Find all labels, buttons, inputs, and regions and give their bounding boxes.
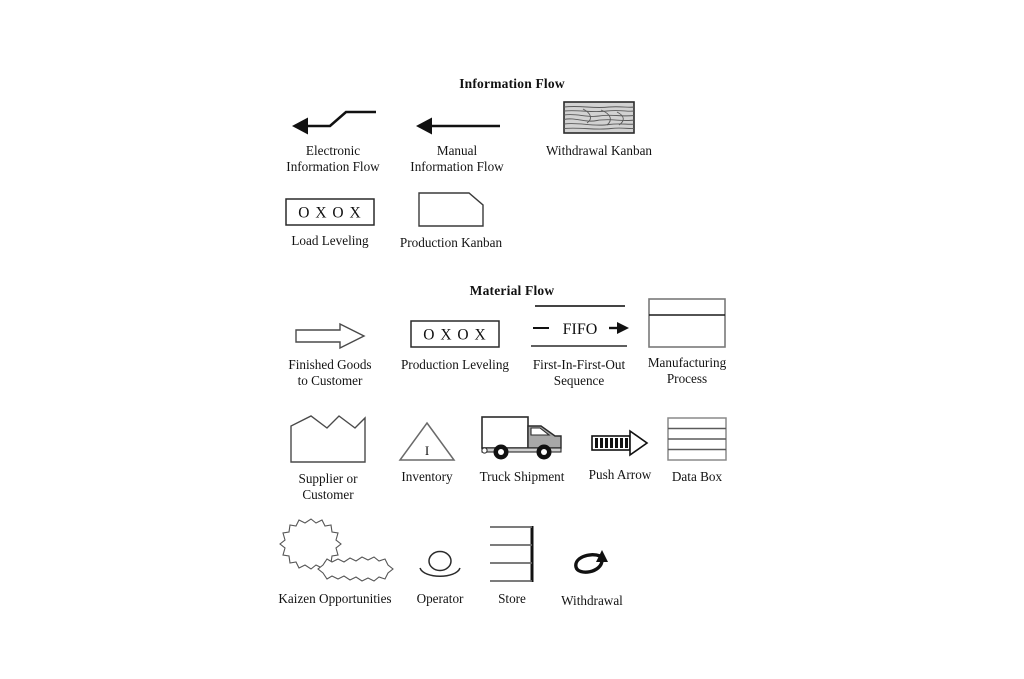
fifo-icon: FIFO (529, 302, 629, 350)
manual-information-flow-icon (412, 104, 502, 136)
symbol-label: Kaizen Opportunities (278, 591, 392, 606)
symbol-withdrawal-kanban: Withdrawal Kanban (535, 100, 663, 159)
symbol-withdrawal: Withdrawal (556, 548, 628, 609)
symbol-label: Supplier or Customer (298, 471, 358, 502)
push-arrow-icon (590, 424, 650, 460)
symbol-label: Manufacturing Process (647, 355, 727, 386)
manufacturing-process-icon (648, 298, 726, 348)
symbol-label: Withdrawal (561, 593, 623, 608)
operator-icon (415, 548, 465, 584)
symbol-push-arrow: Push Arrow (578, 424, 662, 483)
production-leveling-inner-text: O X O X (423, 327, 486, 344)
store-shelf-icon (488, 524, 536, 584)
symbol-label: Load Leveling (291, 233, 369, 248)
symbol-data-box: Data Box (658, 416, 736, 485)
data-box-icon (666, 416, 728, 462)
symbol-label: Production Leveling (400, 357, 510, 372)
electronic-information-flow-icon (288, 104, 378, 136)
section-title-information-flow: Information Flow (459, 76, 565, 91)
symbol-manufacturing-process: Manufacturing Process (637, 298, 737, 386)
truck-shipment-icon (479, 412, 565, 462)
symbol-production-leveling: O X O X Production Leveling (396, 318, 514, 373)
inventory-inner-text: I (425, 443, 429, 458)
supplier-customer-factory-icon (289, 414, 367, 464)
symbol-label: Operator (416, 591, 464, 606)
symbol-label: Production Kanban (399, 235, 503, 250)
symbol-label: Withdrawal Kanban (545, 143, 653, 158)
load-leveling-icon: O X O X (285, 198, 375, 226)
symbol-label: Finished Goods to Customer (288, 357, 372, 388)
kaizen-burst-icon (275, 514, 395, 584)
withdrawal-kanban-icon (563, 100, 635, 136)
vsm-symbol-legend: Information Flow Electronic Information … (0, 0, 1024, 679)
symbol-kaizen-opportunities: Kaizen Opportunities (264, 514, 406, 607)
symbol-fifo: FIFO First-In-First-Out Sequence (523, 302, 635, 388)
symbol-label: Data Box (671, 469, 723, 484)
symbol-finished-goods: Finished Goods to Customer (272, 322, 388, 388)
section-title-material-flow: Material Flow (469, 283, 555, 298)
symbol-production-kanban: Production Kanban (392, 192, 510, 251)
symbol-label: Store (498, 591, 526, 606)
load-leveling-inner-text: O X O X (298, 205, 361, 222)
symbol-label: First-In-First-Out Sequence (532, 357, 626, 388)
production-leveling-icon: O X O X (410, 318, 500, 350)
symbol-label: Electronic Information Flow (286, 143, 380, 174)
symbol-manual-information-flow: Manual Information Flow (398, 104, 516, 174)
symbol-electronic-information-flow: Electronic Information Flow (272, 104, 394, 174)
withdrawal-circular-arrow-icon (569, 548, 615, 586)
fifo-inner-text: FIFO (563, 321, 598, 338)
symbol-operator: Operator (406, 548, 474, 607)
symbol-label: Inventory (401, 469, 453, 484)
symbol-inventory: I Inventory (390, 420, 464, 485)
symbol-label: Manual Information Flow (410, 143, 504, 174)
finished-goods-arrow-icon (294, 322, 366, 350)
symbol-label: Truck Shipment (479, 469, 565, 484)
symbol-load-leveling: O X O X Load Leveling (270, 198, 390, 249)
inventory-triangle-icon: I (398, 420, 456, 462)
symbol-truck-shipment: Truck Shipment (472, 412, 572, 485)
symbol-store: Store (484, 524, 540, 607)
symbol-supplier-customer: Supplier or Customer (272, 414, 384, 502)
production-kanban-icon (418, 192, 484, 228)
symbol-label: Push Arrow (588, 467, 652, 482)
